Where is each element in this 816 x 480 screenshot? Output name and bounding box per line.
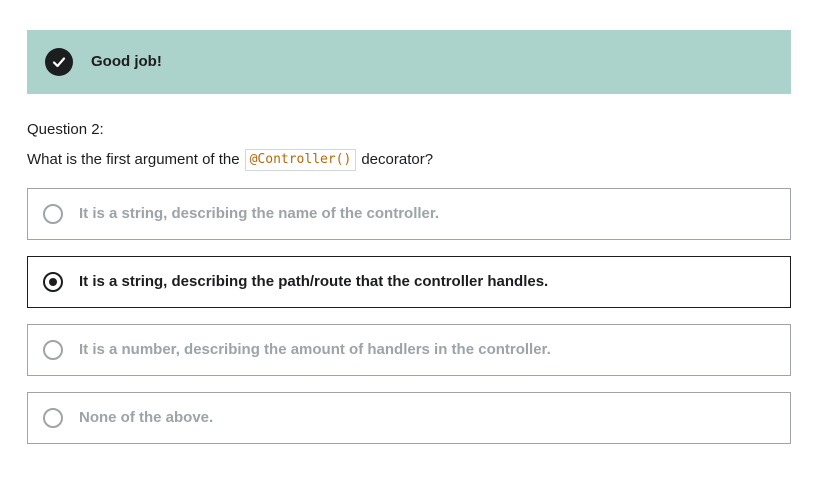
- radio-selected-dot: [49, 278, 57, 286]
- answer-option-label: It is a string, describing the path/rout…: [79, 273, 549, 290]
- answer-option-label: It is a number, describing the amount of…: [79, 341, 551, 358]
- success-banner: Good job!: [27, 30, 791, 94]
- quiz-result-page: Good job! Question 2: What is the first …: [0, 0, 816, 480]
- question-text-before: What is the first argument of the: [27, 151, 240, 168]
- question-text: What is the first argument of the @Contr…: [27, 148, 433, 172]
- success-message: Good job!: [91, 53, 162, 70]
- answer-option-3[interactable]: It is a number, describing the amount of…: [27, 324, 791, 376]
- answer-option-4[interactable]: None of the above.: [27, 392, 791, 444]
- answer-option-1[interactable]: It is a string, describing the name of t…: [27, 188, 791, 240]
- question-text-after: decorator?: [361, 151, 434, 168]
- radio-button[interactable]: [43, 340, 63, 360]
- answer-option-label: None of the above.: [79, 409, 214, 426]
- question-number: Question 2:: [27, 121, 104, 138]
- answer-option-2[interactable]: It is a string, describing the path/rout…: [27, 256, 791, 308]
- checkmark-icon: [45, 48, 73, 76]
- code-snippet: @Controller(): [244, 149, 357, 171]
- radio-button[interactable]: [43, 204, 63, 224]
- answer-option-label: It is a string, describing the name of t…: [79, 205, 440, 222]
- radio-button-selected[interactable]: [43, 272, 63, 292]
- radio-button[interactable]: [43, 408, 63, 428]
